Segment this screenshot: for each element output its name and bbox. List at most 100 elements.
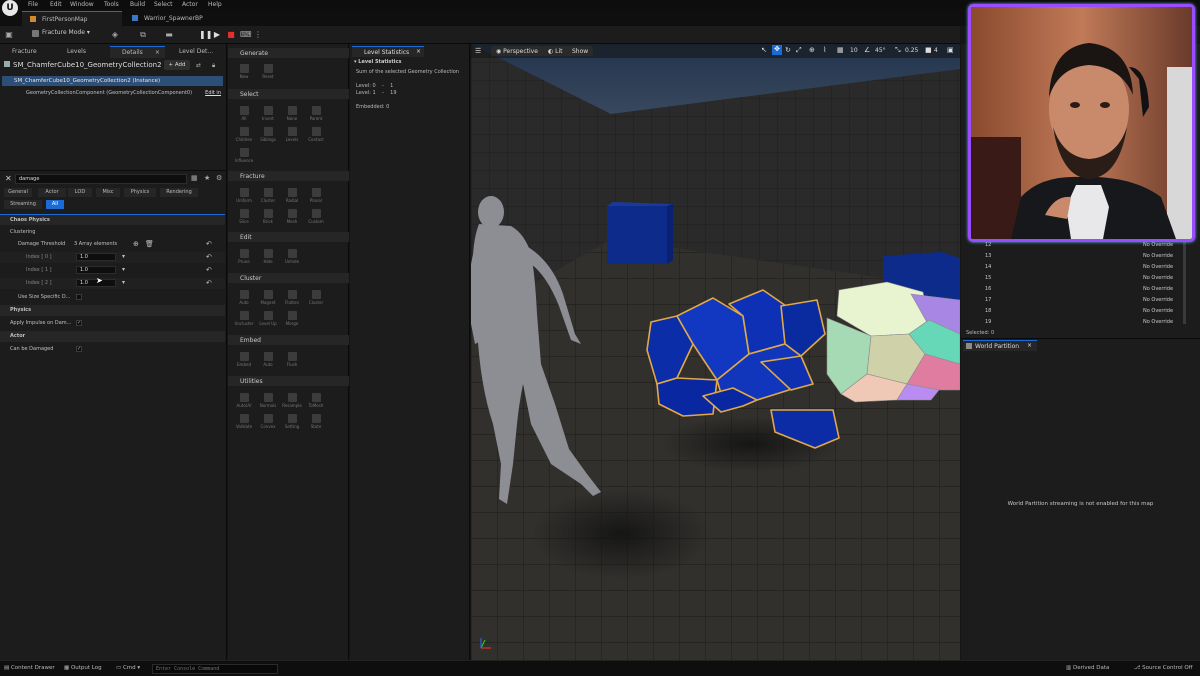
lit-button[interactable]: ◐ Lit xyxy=(543,46,568,56)
tool-validate[interactable]: Validate xyxy=(233,412,255,434)
tool-convex[interactable]: Convex xyxy=(257,412,279,434)
threshold-value-field[interactable]: 1.0 xyxy=(76,266,116,274)
camera-speed-value[interactable]: 4 xyxy=(934,47,938,54)
blueprint-menu-icon[interactable]: ⧉ xyxy=(138,30,148,40)
rotation-snap-icon[interactable]: ∠ xyxy=(864,46,870,54)
favorite-star-icon[interactable]: ★ xyxy=(204,174,210,182)
cmd-selector[interactable]: ▭ Cmd ▾ xyxy=(116,665,140,671)
tool-state[interactable]: State xyxy=(305,412,327,434)
tool-planar[interactable]: Planar xyxy=(305,186,327,208)
tool-cluster-fracture[interactable]: Cluster xyxy=(257,186,279,208)
menu-tools[interactable]: Tools xyxy=(104,1,119,8)
reset-icon[interactable]: ↶ xyxy=(206,279,212,287)
rotate-icon[interactable]: ↻ xyxy=(785,46,791,54)
tool-auto-embed[interactable]: Auto xyxy=(257,350,279,372)
hamburger-menu-icon[interactable]: ☰ xyxy=(475,47,481,55)
delete-icon[interactable]: 🗑︎ xyxy=(145,240,154,248)
section-chaos-physics[interactable]: Chaos Physics xyxy=(0,214,225,225)
tool-auto-uv[interactable]: AutoUV xyxy=(233,391,255,413)
section-select[interactable]: Select xyxy=(228,89,349,99)
tool-setting[interactable]: Setting xyxy=(281,412,303,434)
grid-snap-icon[interactable]: ▦ xyxy=(837,46,844,54)
chevron-down-icon[interactable]: ▾ xyxy=(122,266,125,273)
grid-size-value[interactable]: 10 xyxy=(850,47,858,54)
tree-item-instance[interactable]: SM_ChamferCube10_GeometryCollection2 (In… xyxy=(2,76,223,86)
tool-magnet[interactable]: Magnet xyxy=(257,288,279,310)
tool-cluster[interactable]: Cluster xyxy=(305,288,327,310)
tool-select-all[interactable]: All xyxy=(233,104,255,126)
output-log-button[interactable]: ▦ Output Log xyxy=(64,665,102,671)
scale-icon[interactable]: ⤢ xyxy=(796,46,802,55)
tool-flush[interactable]: Flush xyxy=(281,350,303,372)
section-fracture[interactable]: Fracture xyxy=(228,171,349,181)
tool-levels[interactable]: Levels xyxy=(281,125,303,147)
menu-build[interactable]: Build xyxy=(130,1,145,8)
close-icon[interactable]: × xyxy=(1027,342,1032,349)
surface-snap-icon[interactable]: ⌇ xyxy=(823,46,826,54)
section-utilities[interactable]: Utilities xyxy=(228,376,349,386)
section-generate[interactable]: Generate xyxy=(228,48,349,58)
tab-world-partition[interactable]: World Partition × xyxy=(963,340,1037,351)
list-item[interactable]: 17 No Override xyxy=(961,297,1181,308)
save-icon[interactable]: ▣ xyxy=(4,30,14,40)
tool-merge[interactable]: Merge xyxy=(281,309,303,331)
world-space-icon[interactable]: ⊕ xyxy=(809,46,815,54)
unreal-logo-icon[interactable]: U xyxy=(2,0,18,16)
mode-selector[interactable]: Fracture Mode ▾ xyxy=(32,29,90,40)
list-item[interactable]: 16 No Override xyxy=(961,286,1181,297)
tab-first-person-map[interactable]: FirstPersonMap xyxy=(22,11,122,26)
tab-levels[interactable]: Levels xyxy=(55,46,107,58)
reset-icon[interactable]: ↶ xyxy=(206,266,212,274)
play-icon[interactable]: ▶ xyxy=(212,30,222,40)
rotation-snap-value[interactable]: 45° xyxy=(875,47,886,54)
gamepad-icon[interactable]: ⌨ xyxy=(240,30,252,40)
threshold-value-field[interactable]: 1.0 xyxy=(76,253,116,261)
search-input[interactable]: damage xyxy=(15,174,187,184)
tab-warrior-spawner[interactable]: Warrior_SpawnerBP xyxy=(124,11,234,26)
tool-uniform[interactable]: Uniform xyxy=(233,186,255,208)
scale-snap-icon[interactable]: ⤡ xyxy=(895,46,901,55)
chevron-down-icon[interactable]: ▾ xyxy=(122,253,125,260)
add-component-button[interactable]: + Add xyxy=(164,60,190,70)
tool-contact[interactable]: Contact xyxy=(305,125,327,147)
add-element-icon[interactable]: ⊕ xyxy=(133,240,139,248)
tool-siblings[interactable]: Siblings xyxy=(257,125,279,147)
section-cluster[interactable]: Cluster xyxy=(228,273,349,283)
tool-none[interactable]: None xyxy=(281,104,303,126)
tool-new[interactable]: New xyxy=(233,62,255,84)
scale-snap-value[interactable]: 0.25 xyxy=(905,47,918,54)
tool-prune[interactable]: Prune xyxy=(233,247,255,269)
tab-level-details[interactable]: Level Det... xyxy=(167,46,225,58)
tool-reset[interactable]: Reset xyxy=(257,62,279,84)
menu-file[interactable]: File xyxy=(28,1,38,8)
filter-actor[interactable]: Actor xyxy=(38,188,66,197)
list-item[interactable]: 13 No Override xyxy=(961,253,1181,264)
blueprint-convert-icon[interactable]: ⇄ xyxy=(196,62,201,69)
tool-slice[interactable]: Slice xyxy=(233,207,255,229)
scrollbar[interactable] xyxy=(1183,242,1186,324)
tool-normals[interactable]: Normals xyxy=(257,391,279,413)
add-content-icon[interactable]: ◈ xyxy=(110,30,120,40)
level-viewport[interactable]: ☰ ◉ Perspective ◐ Lit Show ↖ ✥ ↻ ⤢ ⊕ ⌇ ▦… xyxy=(471,44,960,660)
menu-select[interactable]: Select xyxy=(154,1,173,8)
tab-details[interactable]: Details × xyxy=(110,46,165,58)
reset-icon[interactable]: ↶ xyxy=(206,253,212,261)
use-size-checkbox[interactable] xyxy=(76,294,82,300)
close-icon[interactable]: × xyxy=(416,48,421,55)
section-actor[interactable]: Actor xyxy=(0,331,225,342)
tab-level-statistics[interactable]: Level Statistics × xyxy=(352,46,424,57)
tool-parent[interactable]: Parent xyxy=(305,104,327,126)
more-options-icon[interactable]: ⋮ xyxy=(253,30,263,40)
content-drawer-button[interactable]: ▤ Content Drawer xyxy=(4,665,55,671)
tool-level-up[interactable]: Level Up xyxy=(257,309,279,331)
reset-icon[interactable]: ↶ xyxy=(206,240,212,248)
tool-embed[interactable]: Embed xyxy=(233,350,255,372)
filter-all[interactable]: All xyxy=(46,200,64,209)
tool-hide[interactable]: Hide xyxy=(257,247,279,269)
section-embed[interactable]: Embed xyxy=(228,335,349,345)
tool-brick[interactable]: Brick xyxy=(257,207,279,229)
section-clustering[interactable]: Clustering xyxy=(0,227,225,238)
tool-children[interactable]: Children xyxy=(233,125,255,147)
menu-help[interactable]: Help xyxy=(208,1,222,8)
tool-to-mesh[interactable]: ToMesh xyxy=(305,391,327,413)
